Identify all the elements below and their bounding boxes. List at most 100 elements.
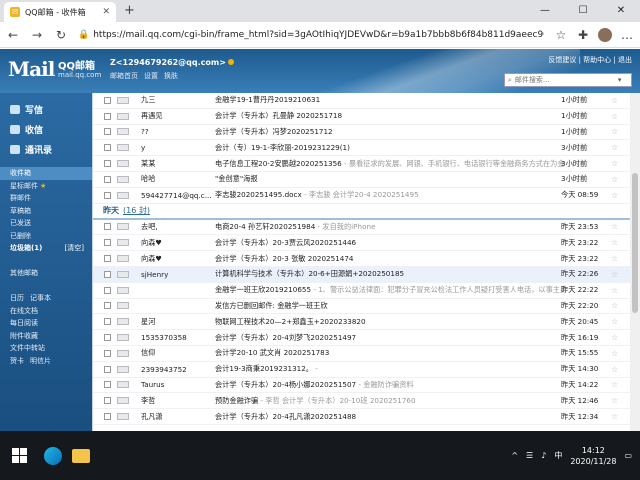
clock[interactable]: 14:12 2020/11/28 bbox=[570, 445, 616, 467]
sidebar-item-calendar[interactable]: 日历 bbox=[10, 293, 24, 303]
star-icon[interactable]: ☆ bbox=[611, 412, 618, 421]
volume-icon[interactable]: ♪ bbox=[541, 451, 546, 460]
table-row[interactable]: 去吧, 电商20-4 孙艺轩2020251984 - 发自我的iPhone 昨天 2… bbox=[93, 220, 630, 236]
profile-avatar[interactable] bbox=[598, 27, 612, 42]
row-checkbox[interactable] bbox=[104, 397, 111, 405]
star-icon[interactable]: ☆ bbox=[611, 96, 618, 105]
star-icon[interactable]: ☆ bbox=[611, 396, 618, 405]
star-icon[interactable]: ☆ bbox=[611, 143, 618, 152]
sidebar-item-deleted[interactable]: 已删除 bbox=[0, 230, 92, 243]
notifications-icon[interactable]: ▭ bbox=[624, 451, 632, 460]
star-icon[interactable]: ☆ bbox=[611, 254, 618, 263]
star-icon[interactable]: ☆ bbox=[611, 238, 618, 247]
sidebar-item-trash[interactable]: 垃圾箱(1) [清空] bbox=[0, 242, 92, 255]
collections-icon[interactable]: ✚ bbox=[576, 28, 590, 42]
edge-browser-icon[interactable] bbox=[44, 446, 62, 465]
sidebar-item-drafts[interactable]: 草稿箱 bbox=[0, 205, 92, 218]
link-settings[interactable]: 设置 bbox=[144, 71, 158, 81]
row-checkbox[interactable] bbox=[104, 302, 111, 310]
sidebar-item-group[interactable]: 群邮件 bbox=[0, 192, 92, 205]
row-checkbox[interactable] bbox=[104, 270, 111, 278]
sidebar-item-sent[interactable]: 已发送 bbox=[0, 217, 92, 230]
sidebar-item-docs[interactable]: 在线文档 bbox=[0, 305, 92, 318]
sidebar-item-starred[interactable]: 星标邮件 ★ bbox=[0, 180, 92, 193]
star-icon[interactable]: ☆ bbox=[611, 301, 618, 310]
forward-button[interactable]: → bbox=[30, 28, 44, 42]
file-explorer-icon[interactable] bbox=[72, 448, 90, 463]
table-row[interactable]: 2393943752 会计19-3商秉2019231312。 - 昨天 14:30… bbox=[93, 362, 630, 378]
star-icon[interactable]: ☆ bbox=[611, 112, 618, 121]
star-icon[interactable]: ☆ bbox=[611, 222, 618, 231]
star-icon[interactable]: ☆ bbox=[611, 159, 618, 168]
table-row[interactable]: 孔凡潇 会计学（专升本）20-4孔凡潇2020251488 昨天 12:34 ☆ bbox=[93, 409, 630, 425]
url-input[interactable]: 🔒 https://mail.qq.com/cgi-bin/frame_html… bbox=[78, 26, 544, 44]
row-checkbox[interactable] bbox=[104, 128, 111, 136]
top-links[interactable]: 反馈建议 | 帮助中心 | 退出 bbox=[548, 55, 632, 65]
row-checkbox[interactable] bbox=[104, 334, 111, 342]
table-row[interactable]: 594427714@qq.c... 李志骏2020251495.docx - 李志… bbox=[93, 188, 630, 204]
link-mail-home[interactable]: 邮箱首页 bbox=[110, 71, 138, 81]
row-checkbox[interactable] bbox=[104, 96, 111, 104]
network-icon[interactable]: ☰ bbox=[526, 451, 533, 460]
row-checkbox[interactable] bbox=[104, 112, 111, 120]
star-icon[interactable]: ☆ bbox=[611, 333, 618, 342]
more-menu-icon[interactable]: … bbox=[620, 28, 634, 42]
group-count-link[interactable]: (16 封) bbox=[123, 205, 150, 216]
star-icon[interactable]: ☆ bbox=[611, 127, 618, 136]
row-checkbox[interactable] bbox=[104, 381, 111, 389]
link-change-skin[interactable]: 换肤 bbox=[164, 71, 178, 81]
row-checkbox[interactable] bbox=[104, 349, 111, 357]
table-row[interactable]: Taurus 会计学（专升本）20-4杨小娜2020251507 - 金融防诈骗资… bbox=[93, 378, 630, 394]
chevron-down-icon[interactable]: ▾ bbox=[618, 76, 622, 84]
row-checkbox[interactable] bbox=[104, 255, 111, 263]
window-close-button[interactable]: ✕ bbox=[602, 0, 640, 22]
table-row[interactable]: 向森♥ 会计学（专升本）20-3贾云风2020251446 昨天 23:22 ☆ bbox=[93, 235, 630, 252]
table-row[interactable]: 1535370358 会计学（专升本）20-4刘梦飞2020251497 昨天 16… bbox=[93, 330, 630, 346]
star-icon[interactable]: ☆ bbox=[611, 286, 618, 295]
table-row[interactable]: 信仰 会计学20-10 武文肖 2020251783 昨天 15:55 ☆ bbox=[93, 346, 630, 362]
star-icon[interactable]: ☆ bbox=[611, 191, 618, 200]
row-checkbox[interactable] bbox=[104, 144, 111, 152]
row-checkbox[interactable] bbox=[104, 365, 111, 373]
sidebar-item-postcard[interactable]: 明信片 bbox=[30, 356, 51, 366]
clear-trash-link[interactable]: [清空] bbox=[65, 243, 84, 253]
receive-button[interactable]: 收信 bbox=[10, 119, 92, 139]
table-row[interactable]: 向森♥ 会计学（专升本）20-3 张敏 2020251474 昨天 23:22 ☆ bbox=[93, 251, 630, 267]
star-icon[interactable]: ☆ bbox=[611, 349, 618, 358]
table-row[interactable]: 某某 电子信息工程20-2安鹏越2020251356 - 暴看征求的发展、网银、手… bbox=[93, 156, 630, 172]
mail-search-box[interactable]: ⌕ ▾ bbox=[504, 73, 632, 87]
row-checkbox[interactable] bbox=[104, 175, 111, 183]
chevron-up-icon[interactable]: ^ bbox=[511, 451, 518, 460]
table-row[interactable]: 李哲 预防金融诈骗 - 李哲 会计学（专升本）20-10班 2020251760 昨… bbox=[93, 393, 630, 410]
row-checkbox[interactable] bbox=[104, 160, 111, 168]
table-row[interactable]: 哈哈 "金创意"海报 3小时前 ☆ bbox=[93, 172, 630, 188]
tab-qq-mail[interactable]: ✉ QQ邮箱 - 收件箱 ✕ bbox=[4, 2, 116, 22]
write-button[interactable]: 写信 bbox=[10, 99, 92, 119]
table-row[interactable]: 金融学一班王欣2019210655 - 1、警示公益法律面：犯罪分子冒充公检法工… bbox=[93, 283, 630, 299]
refresh-button[interactable]: ↻ bbox=[54, 28, 68, 42]
contacts-button[interactable]: 通讯录 bbox=[10, 139, 92, 159]
row-checkbox[interactable] bbox=[104, 413, 111, 421]
start-button[interactable] bbox=[4, 441, 34, 471]
sidebar-item-daily-reading[interactable]: 每日阅读 bbox=[0, 317, 92, 330]
sidebar-item-other-mailbox[interactable]: 其他邮箱 bbox=[0, 267, 92, 280]
star-icon[interactable]: ☆ bbox=[611, 317, 618, 326]
row-checkbox[interactable] bbox=[104, 239, 111, 247]
sidebar-item-notes[interactable]: 记事本 bbox=[30, 293, 51, 303]
row-checkbox[interactable] bbox=[104, 286, 111, 294]
table-row[interactable]: 再遇见 会计学（专升本）孔曼静 2020251718 1小时前 ☆ bbox=[93, 109, 630, 125]
table-row[interactable]: 星河 物联网工程技术20—2+郑鑫玉+2020233820 昨天 20:45 ☆ bbox=[93, 314, 630, 331]
mail-list-scrollbar[interactable] bbox=[630, 93, 640, 431]
favorites-star-icon[interactable]: ☆ bbox=[554, 28, 568, 42]
back-button[interactable]: ← bbox=[6, 28, 20, 42]
sidebar-item-cards[interactable]: 贺卡 bbox=[10, 356, 24, 366]
sidebar-item-inbox[interactable]: 收件箱 bbox=[0, 167, 92, 180]
new-tab-button[interactable]: + bbox=[124, 3, 135, 18]
table-row[interactable]: 九三 金融学19-1曹丹丹2019210631 1小时前 ☆ bbox=[93, 93, 630, 109]
table-row[interactable]: y 会计（专）19-1-李欣丽-2019231229(1) 3小时前 ☆ bbox=[93, 140, 630, 157]
close-icon[interactable]: ✕ bbox=[102, 7, 110, 17]
table-row[interactable]: sjHenry 计算机科学与技术（专升本）20-6+田源娟+2020250185 昨… bbox=[93, 266, 630, 283]
star-icon[interactable]: ☆ bbox=[611, 380, 618, 389]
sidebar-item-file-transfer[interactable]: 文件中转站 bbox=[0, 342, 92, 355]
sidebar-item-attachments[interactable]: 附件收藏 bbox=[0, 330, 92, 343]
